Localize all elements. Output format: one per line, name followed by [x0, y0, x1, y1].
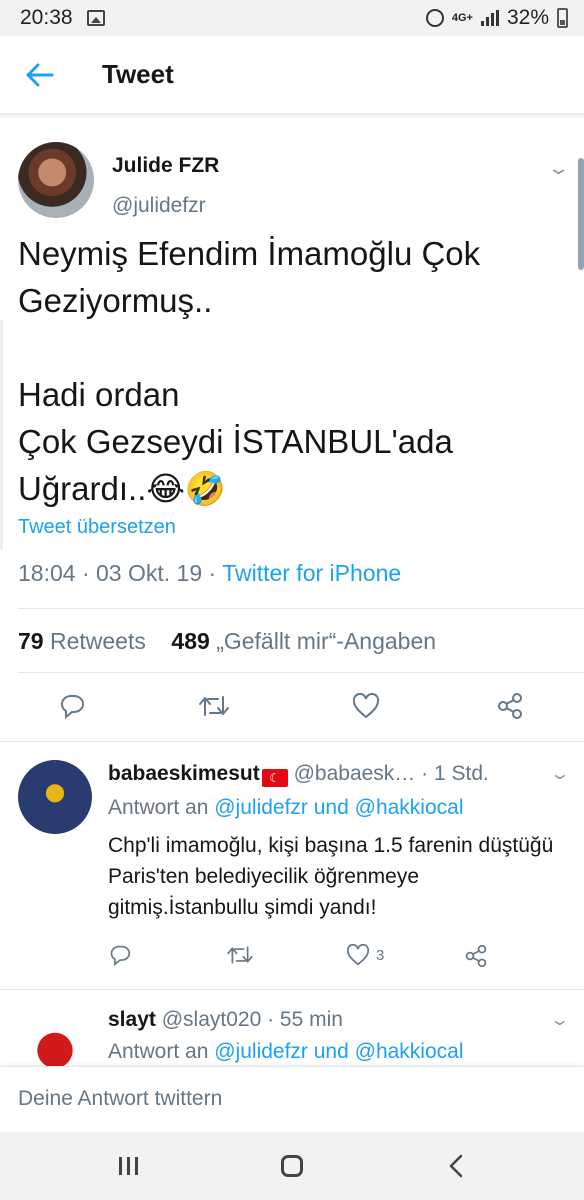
tweet-time: 18:04	[18, 560, 76, 586]
reply-tweet[interactable]: slayt @slayt020 · 55 min ⌄ Antwort an @j…	[0, 989, 584, 1066]
alarm-icon	[425, 9, 444, 27]
arrow-left-icon[interactable]	[16, 51, 64, 99]
battery-percent: 32%	[506, 6, 549, 29]
likes-stat[interactable]: 489 „Gefällt mir“-Angaben	[171, 628, 436, 654]
reply-handle-time: @slayt020 · 55 min	[161, 1008, 343, 1031]
meta-separator: ·	[81, 560, 90, 586]
like-count: 3	[376, 946, 385, 964]
avatar[interactable]	[18, 1006, 92, 1066]
chevron-down-icon[interactable]: ⌄	[549, 764, 570, 784]
share-icon[interactable]	[464, 944, 488, 968]
chevron-down-icon[interactable]: ⌄	[549, 1010, 570, 1030]
home-icon	[281, 1155, 303, 1177]
reply-username[interactable]: babaeskimesut	[108, 762, 260, 785]
status-time: 20:38	[20, 6, 73, 29]
reply-icon[interactable]	[108, 944, 132, 966]
turkey-flag-icon: ☾	[261, 769, 288, 787]
reply-to-prefix: Antwort an	[108, 796, 209, 819]
chevron-down-icon[interactable]: ⌄	[546, 158, 570, 179]
tweet-header: Julide FZR @julidefzr ⌄	[18, 130, 571, 220]
gallery-notification-icon	[86, 10, 105, 26]
home-button[interactable]	[268, 1146, 316, 1186]
reply-actions: 3	[108, 944, 528, 978]
reply-tweet[interactable]: babaeskimesut ☾ @babaesk… · 1 Std. ⌄ Antw…	[0, 741, 584, 989]
recent-apps-button[interactable]	[104, 1146, 152, 1186]
tweet-source-link[interactable]: Twitter for iPhone	[222, 560, 401, 586]
back-chevron-icon	[449, 1154, 463, 1178]
system-navigation-bar	[0, 1132, 584, 1200]
reply-to: Antwort an @julidefzr und @hakkiocal	[108, 796, 464, 820]
translate-tweet-link[interactable]: Tweet übersetzen	[18, 516, 176, 539]
heart-icon[interactable]	[346, 686, 386, 726]
tweet-text: Neymiş Efendim İmamoğlu Çok Geziyormuş..…	[18, 235, 481, 507]
reply-compose-bar[interactable]: Deine Antwort twittern	[0, 1066, 584, 1132]
tweet-actions	[0, 682, 584, 730]
reply-to-users-link[interactable]: @julidefzr und @hakkiocal	[214, 796, 463, 819]
like-button[interactable]: 3	[346, 944, 384, 966]
meta-separator: ·	[208, 560, 217, 586]
divider	[18, 608, 584, 609]
reply-text: Chp'li imamoğlu, kişi başına 1.5 farenin…	[108, 834, 554, 919]
recent-apps-icon	[118, 1157, 138, 1175]
avatar[interactable]	[18, 760, 92, 834]
app-bar: Tweet	[0, 36, 584, 114]
reply-headline: babaeskimesut ☾ @babaesk… · 1 Std.	[108, 762, 489, 787]
back-button[interactable]	[432, 1146, 480, 1186]
divider	[18, 672, 584, 673]
likes-label: „Gefällt mir“-Angaben	[216, 628, 437, 654]
scrollbar[interactable]	[578, 158, 584, 270]
network-type-label: 4G+	[451, 12, 473, 24]
status-icons: 4G+ 32%	[425, 6, 568, 30]
tweet-stats: 79 Retweets 489 „Gefällt mir“-Angaben	[18, 628, 436, 655]
reply-icon[interactable]	[52, 686, 92, 726]
retweet-icon[interactable]	[194, 686, 234, 726]
reply-to-prefix: Antwort an	[108, 1040, 209, 1063]
user-handle[interactable]: @julidefzr	[112, 194, 206, 218]
reply-handle-time: @babaesk… · 1 Std.	[293, 762, 489, 785]
heart-icon	[346, 944, 370, 966]
reply-headline: slayt @slayt020 · 55 min	[108, 1008, 343, 1032]
reply-username[interactable]: slayt	[108, 1008, 156, 1031]
signal-icon	[480, 10, 499, 26]
page-title: Tweet	[102, 59, 174, 89]
reply-to: Antwort an @julidefzr und @hakkiocal	[108, 1040, 464, 1064]
retweets-stat[interactable]: 79 Retweets	[18, 628, 146, 654]
compose-input[interactable]: Deine Antwort twittern	[18, 1087, 222, 1111]
likes-count: 489	[171, 628, 210, 654]
status-bar: 20:38 4G+ 32%	[0, 0, 584, 36]
battery-icon	[557, 8, 568, 28]
avatar[interactable]	[18, 142, 94, 218]
share-icon[interactable]	[490, 686, 530, 726]
retweets-label: Retweets	[49, 628, 146, 654]
display-name[interactable]: Julide FZR	[112, 154, 219, 178]
edge-indicator	[0, 320, 3, 550]
reply-to-users-link[interactable]: @julidefzr und @hakkiocal	[214, 1040, 463, 1063]
tweet-date: 03 Okt. 19	[96, 560, 203, 586]
retweets-count: 79	[18, 628, 44, 654]
retweet-icon[interactable]	[226, 944, 254, 966]
tweet-meta: 18:04 · 03 Okt. 19 · Twitter for iPhone	[18, 560, 401, 587]
